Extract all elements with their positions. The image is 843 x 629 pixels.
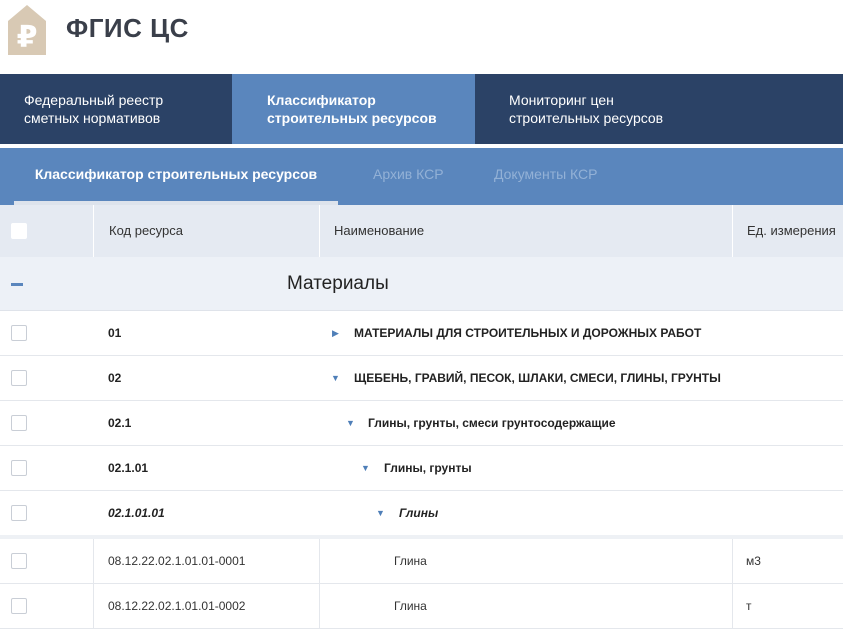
row-name: Глина: [394, 554, 427, 568]
main-tab-line1: Классификатор: [267, 92, 376, 108]
group-header: Материалы: [0, 257, 843, 311]
table-row[interactable]: 02.1.01.01 ▼ Глины: [0, 491, 843, 536]
row-name: Глины: [399, 506, 439, 520]
subtab-classifier[interactable]: Классификатор строительных ресурсов: [14, 144, 338, 205]
row-checkbox[interactable]: [11, 325, 27, 341]
row-code: 02: [108, 371, 122, 385]
row-checkbox[interactable]: [11, 370, 27, 386]
table-row[interactable]: 08.12.22.02.1.01.01-0001 Глина м3: [0, 539, 843, 584]
main-tab-line2: строительных ресурсов: [267, 110, 437, 126]
collapse-icon[interactable]: [11, 283, 23, 286]
subtab-archive[interactable]: Архив КСР: [373, 144, 444, 205]
ruble-logo-icon[interactable]: ₽: [4, 3, 50, 57]
row-unit: м3: [746, 554, 761, 568]
table-row[interactable]: 08.12.22.02.1.01.01-0002 Глина т: [0, 584, 843, 629]
row-checkbox[interactable]: [11, 553, 27, 569]
cell-divider: [732, 584, 733, 628]
main-tab-line2: сметных нормативов: [24, 110, 161, 126]
main-tab-line1: Федеральный реестр: [24, 92, 164, 108]
column-header-code[interactable]: Код ресурса: [93, 205, 319, 257]
group-title: Материалы: [287, 273, 389, 294]
row-checkbox[interactable]: [11, 415, 27, 431]
column-header-name[interactable]: Наименование: [319, 205, 732, 257]
main-tab-price-monitoring[interactable]: Мониторинг цен строительных ресурсов: [475, 74, 843, 144]
main-tab-federal-registry[interactable]: Федеральный реестр сметных нормативов: [0, 74, 232, 144]
row-code: 02.1.01.01: [108, 506, 165, 520]
cell-divider: [732, 539, 733, 583]
row-name: Глина: [394, 599, 427, 613]
collapse-arrow-icon[interactable]: ▼: [331, 356, 340, 400]
row-name: Глины, грунты: [384, 461, 472, 475]
table-row[interactable]: 01 ▶ МАТЕРИАЛЫ ДЛЯ СТРОИТЕЛЬНЫХ И ДОРОЖН…: [0, 311, 843, 356]
column-header-unit[interactable]: Ед. измерения: [732, 205, 843, 257]
table-row[interactable]: 02 ▼ ЩЕБЕНЬ, ГРАВИЙ, ПЕСОК, ШЛАКИ, СМЕСИ…: [0, 356, 843, 401]
row-code: 01: [108, 326, 122, 340]
main-tab-line1: Мониторинг цен: [509, 92, 614, 108]
row-checkbox[interactable]: [11, 460, 27, 476]
row-code: 02.1.01: [108, 461, 149, 475]
row-name: ЩЕБЕНЬ, ГРАВИЙ, ПЕСОК, ШЛАКИ, СМЕСИ, ГЛИ…: [354, 371, 721, 385]
sub-nav: Классификатор строительных ресурсов Архи…: [0, 144, 843, 205]
main-tab-line2: строительных ресурсов: [509, 110, 664, 126]
row-code: 08.12.22.02.1.01.01-0001: [108, 554, 246, 568]
collapse-arrow-icon[interactable]: ▼: [361, 446, 370, 490]
select-column: [0, 205, 93, 257]
collapse-arrow-icon[interactable]: ▼: [346, 401, 355, 445]
row-code: 02.1: [108, 416, 132, 430]
subnav-divider: [0, 144, 843, 148]
cell-divider: [93, 539, 94, 583]
select-all-checkbox[interactable]: [11, 223, 27, 239]
expand-icon[interactable]: ▶: [332, 311, 339, 355]
cell-divider: [319, 539, 320, 583]
top-header: ₽ ФГИС ЦС: [0, 0, 843, 74]
row-checkbox[interactable]: [11, 505, 27, 521]
collapse-arrow-icon[interactable]: ▼: [376, 491, 385, 535]
row-unit: т: [746, 599, 752, 613]
table-header: Код ресурса Наименование Ед. измерения: [0, 205, 843, 257]
cell-divider: [93, 584, 94, 628]
site-title[interactable]: ФГИС ЦС: [66, 13, 189, 44]
main-nav: Федеральный реестр сметных нормативов Кл…: [0, 74, 843, 144]
row-name: МАТЕРИАЛЫ ДЛЯ СТРОИТЕЛЬНЫХ И ДОРОЖНЫХ РА…: [354, 326, 702, 340]
subtab-documents[interactable]: Документы КСР: [494, 144, 598, 205]
logo-glyph: ₽: [17, 20, 38, 55]
row-code: 08.12.22.02.1.01.01-0002: [108, 599, 246, 613]
row-checkbox[interactable]: [11, 598, 27, 614]
row-name: Глины, грунты, смеси грунтосодержащие: [368, 416, 616, 430]
cell-divider: [319, 584, 320, 628]
table-row[interactable]: 02.1.01 ▼ Глины, грунты: [0, 446, 843, 491]
table-row[interactable]: 02.1 ▼ Глины, грунты, смеси грунтосодерж…: [0, 401, 843, 446]
main-tab-classifier[interactable]: Классификатор строительных ресурсов: [232, 74, 475, 144]
